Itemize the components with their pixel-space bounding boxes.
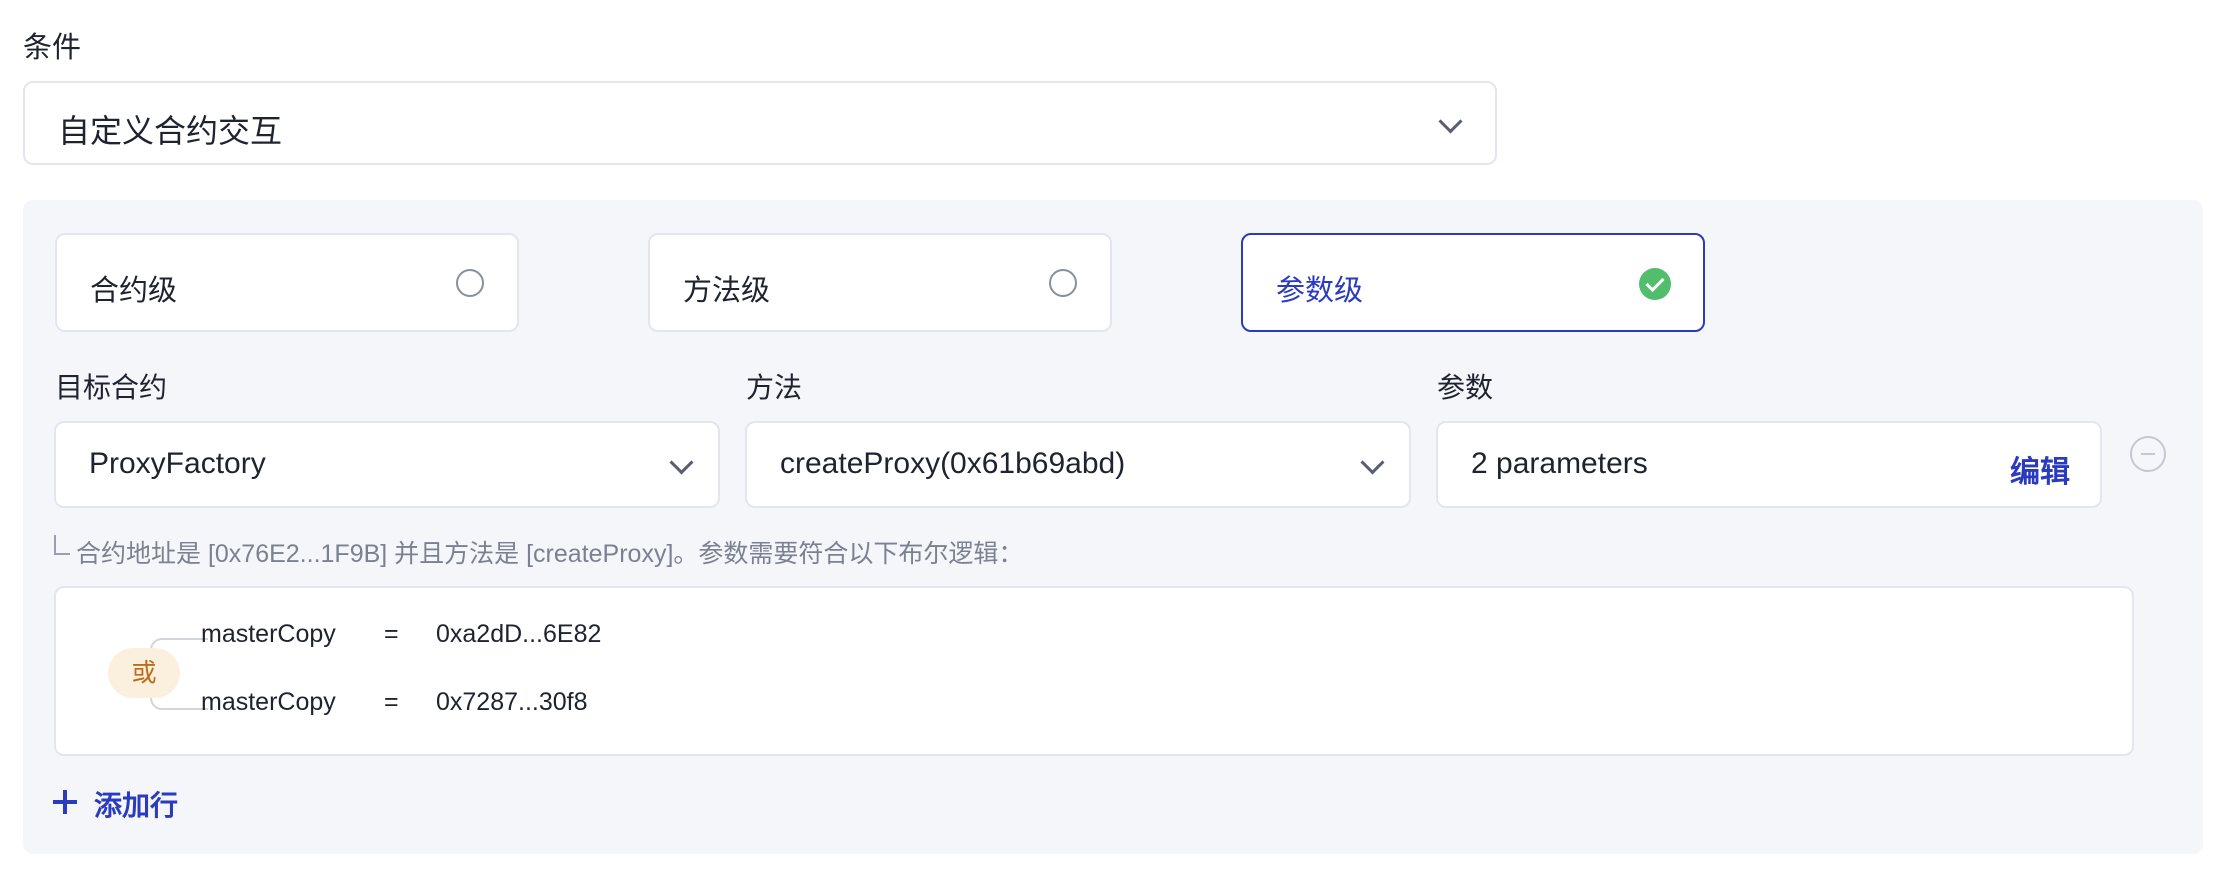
condition-config-panel: 合约级 方法级 参数级 目标合约 ProxyFactory 方法 createP… [23, 200, 2203, 854]
add-row-label: 添加行 [94, 790, 179, 821]
params-value: 2 parameters [1471, 447, 1648, 480]
level-option-parameter[interactable]: 参数级 [1241, 233, 1705, 332]
target-contract-label: 目标合约 [55, 372, 168, 403]
condition-value: 0x7287...30f8 [436, 688, 588, 716]
level-option-contract[interactable]: 合约级 [55, 233, 519, 332]
condition-operator: = [384, 620, 399, 648]
method-select[interactable]: createProxy(0x61b69abd) [745, 421, 1411, 508]
condition-operator: = [384, 688, 399, 716]
level-option-label: 方法级 [683, 275, 771, 307]
level-option-method[interactable]: 方法级 [648, 233, 1112, 332]
target-contract-value: ProxyFactory [89, 447, 266, 480]
check-circle-icon[interactable] [1639, 268, 1671, 300]
edit-params-link[interactable]: 编辑 [2010, 447, 2070, 491]
params-label: 参数 [1437, 372, 1494, 403]
condition-value: 0xa2dD...6E82 [436, 620, 602, 648]
condition-summary-hint: 合约地址是 [0x76E2...1F9B] 并且方法是 [createProxy… [76, 540, 1024, 568]
chevron-down-icon [1360, 450, 1385, 475]
condition-type-value: 自定义合约交互 [58, 113, 283, 149]
condition-label: 条件 [23, 32, 82, 64]
chevron-down-icon [1438, 109, 1463, 134]
level-option-label: 参数级 [1276, 275, 1364, 307]
plus-icon [53, 790, 77, 814]
condition-param: masterCopy [201, 620, 336, 648]
logic-operator-badge[interactable]: 或 [108, 648, 180, 698]
chevron-down-icon [669, 450, 694, 475]
target-contract-select[interactable]: ProxyFactory [54, 421, 720, 508]
method-label: 方法 [746, 372, 803, 403]
params-field[interactable]: 2 parameters 编辑 [1436, 421, 2102, 508]
minus-circle-icon[interactable] [2130, 436, 2166, 472]
method-value: createProxy(0x61b69abd) [780, 447, 1126, 480]
level-option-label: 合约级 [90, 275, 178, 307]
radio-unchecked-icon[interactable] [1049, 269, 1077, 297]
boolean-logic-box: 或 masterCopy = 0xa2dD...6E82 masterCopy … [54, 586, 2134, 756]
condition-param: masterCopy [201, 688, 336, 716]
tree-connector-icon [54, 535, 70, 555]
condition-type-select[interactable]: 自定义合约交互 [23, 81, 1497, 165]
radio-unchecked-icon[interactable] [456, 269, 484, 297]
